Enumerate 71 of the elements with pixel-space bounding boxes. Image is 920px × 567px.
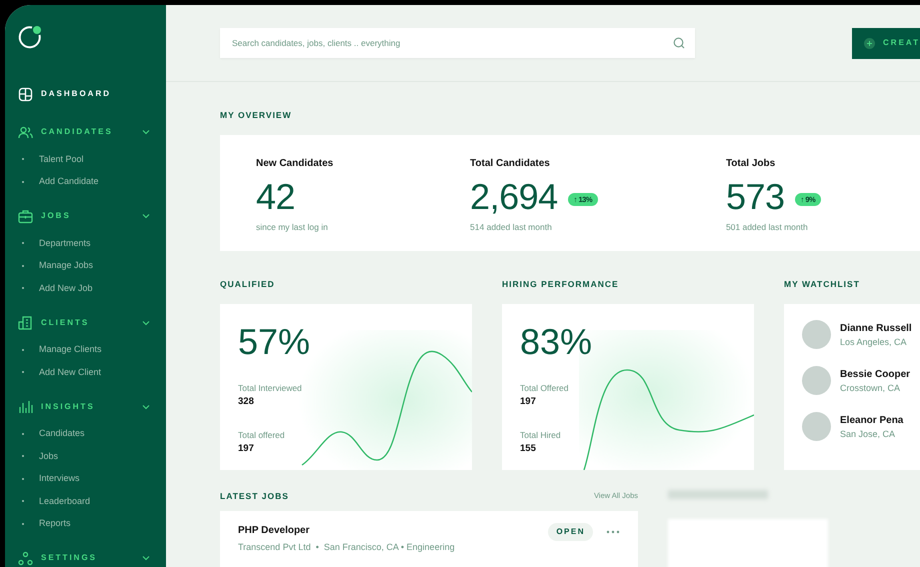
metric-label: Total offered — [238, 429, 286, 442]
stat-note: 501 added last month — [726, 221, 809, 234]
stat-value: 573 — [726, 176, 785, 218]
nav-group-header[interactable]: SETTINGS — [41, 552, 98, 564]
person-name: Bessie Cooper — [840, 368, 910, 382]
metric-value: 328 — [238, 395, 255, 410]
nav-item[interactable]: Jobs — [39, 450, 58, 463]
nav-item[interactable]: Talent Pool — [39, 152, 84, 166]
stat-label: Total Candidates — [470, 157, 551, 172]
plus-icon — [864, 38, 876, 48]
section-title: MY WATCHLIST — [784, 279, 861, 290]
percent-value: 83% — [520, 324, 594, 360]
stat-label: Total Jobs — [726, 157, 776, 172]
chevron-icon[interactable] — [142, 402, 150, 410]
stat-label: New Candidates — [256, 157, 334, 172]
status-pill: OPEN — [548, 522, 593, 541]
metric-label: Total Offered — [520, 382, 570, 396]
chevron-icon[interactable] — [142, 128, 150, 136]
job-details: Transcend Pvt Ltd • San Francisco, CA • Engineering — [238, 540, 455, 554]
person-location: Crosstown, CA — [840, 382, 902, 395]
stat-note: 514 added last month — [470, 221, 553, 234]
person-location: Los Angeles, CA — [840, 336, 908, 349]
building-icon — [18, 315, 33, 330]
nav-item[interactable]: Add Candidate — [39, 175, 99, 188]
person-location: San Jose, CA — [840, 428, 896, 441]
search-icon — [673, 37, 685, 49]
chevron-icon[interactable] — [142, 554, 150, 562]
create-button[interactable]: CREAT — [852, 28, 920, 58]
section-title: MY OVERVIEW — [220, 110, 293, 120]
stat-note: since my last log in — [256, 221, 329, 234]
person-name: Eleanor Pena — [840, 414, 904, 428]
nav-item[interactable]: Interviews — [39, 472, 80, 486]
nav-item[interactable]: Departments — [39, 236, 91, 250]
people-icon — [18, 124, 33, 140]
section-title: QUALIFIED — [220, 279, 276, 290]
nav-group-header[interactable]: CANDIDATES — [41, 126, 113, 138]
logo-icon — [18, 25, 42, 49]
more-icon[interactable] — [606, 530, 620, 534]
grid-icon — [18, 86, 33, 102]
nav-item[interactable]: Add New Client — [39, 366, 102, 379]
metric-value: 197 — [238, 442, 255, 456]
metric-label: Total Hired — [520, 429, 562, 442]
nav-item[interactable]: Leaderboard — [39, 494, 90, 508]
nav-item[interactable]: Add New Job — [39, 282, 93, 295]
metric-value: 155 — [520, 442, 537, 456]
percent-value: 57% — [238, 324, 312, 360]
section-title: HIRING PERFORMANCE — [502, 279, 620, 290]
avatar — [802, 320, 831, 350]
nav-item[interactable]: Manage Jobs — [39, 259, 94, 272]
chevron-icon[interactable] — [142, 318, 150, 326]
avatar — [802, 412, 831, 442]
nav-group-header[interactable]: CLIENTS — [41, 316, 90, 328]
nav-group-header[interactable]: INSIGHTS — [41, 400, 95, 412]
dots-icon — [18, 550, 33, 566]
avatar — [802, 366, 831, 396]
metric-value: 197 — [520, 395, 537, 410]
stat-value: 42 — [256, 176, 296, 218]
briefcase-icon — [18, 208, 33, 224]
nav-link[interactable]: DASHBOARD — [41, 88, 111, 100]
nav-item[interactable]: Candidates — [39, 427, 85, 440]
nav-item[interactable]: Manage Clients — [39, 343, 102, 356]
metric-label: Total Interviewed — [238, 382, 303, 396]
bar-chart-icon — [18, 399, 33, 414]
person-name: Dianne Russell — [840, 322, 912, 336]
search-field[interactable]: Search candidates, jobs, clients .. everything — [220, 28, 695, 58]
nav-item[interactable]: Reports — [39, 517, 71, 530]
job-title: PHP Developer — [238, 524, 311, 538]
nav-group-header[interactable]: JOBS — [41, 210, 71, 222]
section-title: LATEST JOBS — [220, 490, 289, 502]
chevron-icon[interactable] — [142, 212, 150, 220]
stat-value: 2,694 — [470, 176, 558, 218]
